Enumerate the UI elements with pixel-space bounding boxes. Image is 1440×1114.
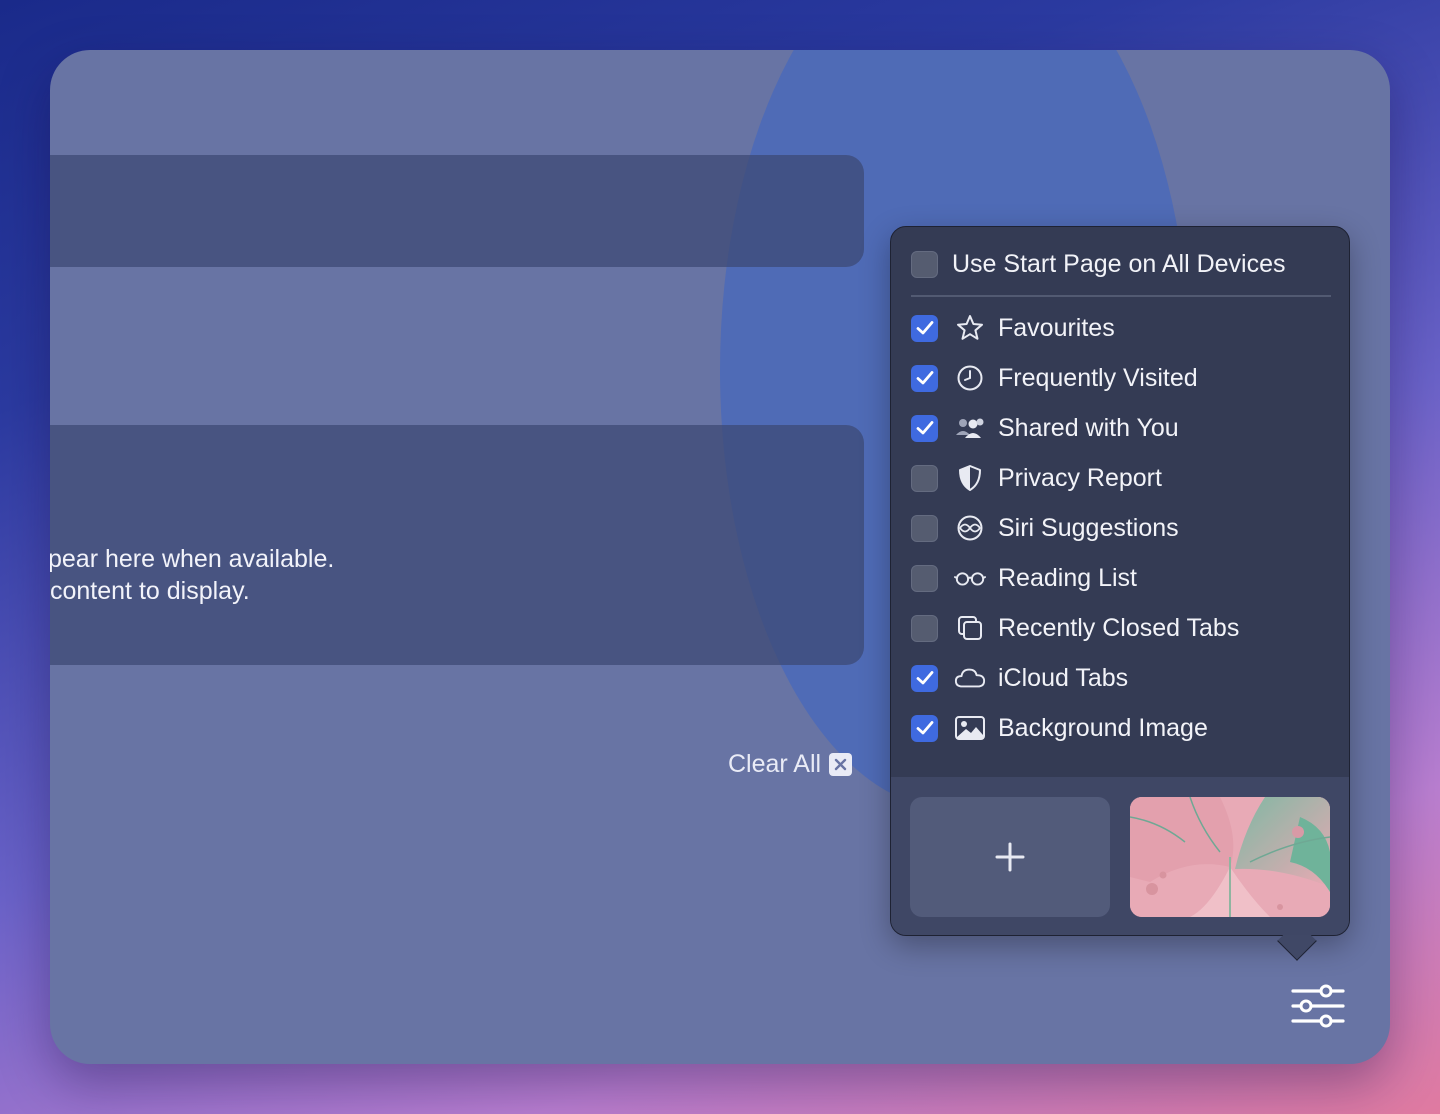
star-icon [954, 312, 986, 344]
checkbox-frequently-visited[interactable] [911, 364, 938, 392]
option-label: Siri Suggestions [998, 513, 1179, 542]
checkbox-favourites[interactable] [911, 314, 938, 342]
card-message-line2: content to display. [50, 577, 250, 605]
customize-popover: Use Start Page on All Devices Favourites… [890, 226, 1350, 961]
cloud-icon [954, 662, 986, 694]
checkbox-privacy-report[interactable] [911, 464, 938, 492]
option-label: Use Start Page on All Devices [952, 249, 1286, 278]
siri-icon [954, 512, 986, 544]
clear-all-label: Clear All [728, 750, 822, 778]
glasses-icon [954, 562, 986, 594]
option-use-start-page-all-devices[interactable]: Use Start Page on All Devices [911, 244, 1286, 284]
checkbox-background-image[interactable] [911, 714, 938, 742]
card-message: pear here when available. content to dis… [50, 543, 336, 607]
option-label: iCloud Tabs [998, 663, 1129, 692]
card-message-line1: pear here when available. [50, 545, 335, 573]
image-icon [954, 712, 986, 744]
checkbox-shared-with-you[interactable] [911, 414, 938, 442]
option-privacy-report[interactable]: Privacy Report [911, 458, 1162, 498]
option-icloud-tabs[interactable]: iCloud Tabs [911, 658, 1128, 698]
checkbox-use-start-page-all-devices[interactable] [911, 250, 938, 278]
customize-start-page-button[interactable] [1290, 983, 1346, 1029]
people-icon [954, 412, 986, 444]
option-reading-list[interactable]: Reading List [911, 558, 1137, 598]
sliders-icon [1291, 984, 1345, 1028]
option-label: Reading List [998, 563, 1137, 592]
option-label: Favourites [998, 313, 1115, 342]
start-page-card-top [50, 155, 864, 267]
checkbox-recently-closed-tabs[interactable] [911, 614, 938, 642]
close-icon [829, 753, 853, 776]
background-thumbnail-butterfly[interactable] [1130, 797, 1330, 917]
option-recently-closed-tabs[interactable]: Recently Closed Tabs [911, 608, 1239, 648]
separator [911, 295, 1331, 297]
checkbox-siri-suggestions[interactable] [911, 514, 938, 542]
checkbox-icloud-tabs[interactable] [911, 664, 938, 692]
option-frequently-visited[interactable]: Frequently Visited [911, 358, 1198, 398]
checkbox-reading-list[interactable] [911, 564, 938, 592]
butterfly-image [1130, 797, 1330, 917]
option-siri-suggestions[interactable]: Siri Suggestions [911, 508, 1179, 548]
tabs-icon [954, 612, 986, 644]
option-label: Recently Closed Tabs [998, 613, 1240, 642]
start-page-card-info: pear here when available. content to dis… [50, 425, 864, 665]
option-label: Background Image [998, 713, 1208, 742]
option-background-image[interactable]: Background Image [911, 708, 1208, 748]
option-favourites[interactable]: Favourites [911, 308, 1115, 348]
option-label: Frequently Visited [998, 363, 1198, 392]
clear-all-button[interactable]: Clear All [728, 750, 853, 779]
shield-icon [954, 462, 986, 494]
option-label: Shared with You [998, 413, 1179, 442]
option-shared-with-you[interactable]: Shared with You [911, 408, 1179, 448]
background-image-picker [891, 777, 1349, 935]
add-background-button[interactable] [910, 797, 1110, 917]
option-label: Privacy Report [998, 463, 1162, 492]
clock-icon [954, 362, 986, 394]
plus-icon [995, 842, 1025, 872]
